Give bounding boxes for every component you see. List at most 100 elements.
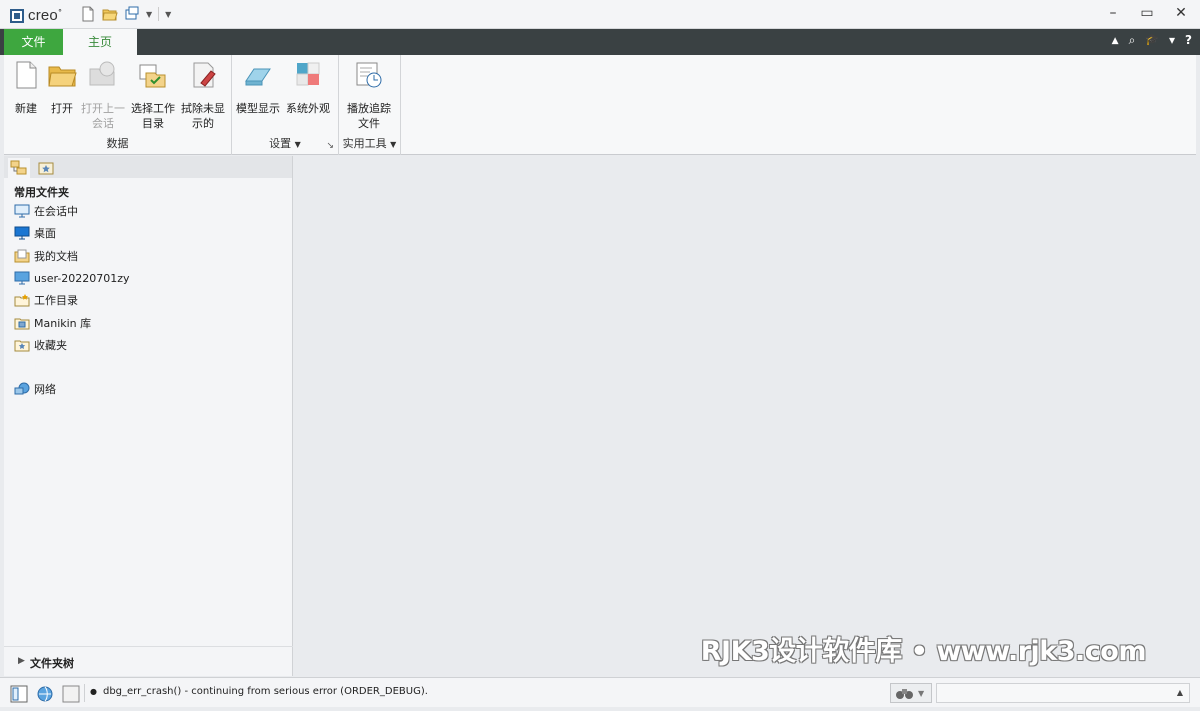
nav-item-desktop[interactable]: 桌面 [14, 224, 56, 242]
chevron-down-icon[interactable]: ▾ [1169, 33, 1175, 49]
open-last-session-button[interactable]: 打开上一 会话 [80, 59, 126, 131]
ribbon-controls: ▲ ⌕ 🎓 ▾ ? [1112, 33, 1192, 49]
status-icons [10, 685, 80, 703]
expand-triangle-icon[interactable]: ▶ [18, 656, 25, 666]
open-folder-icon [48, 66, 77, 87]
nav-item-computer[interactable]: user-20220701zy [14, 269, 130, 287]
customize-toolbar-icon[interactable]: ▼ [165, 10, 171, 19]
bullet-icon: ● [90, 687, 97, 696]
group-utilities-label-text: 实用工具 [342, 137, 387, 150]
navigator-panel: 常用文件夹 在会话中 桌面 我的文档 user-20220701zy 工作目录 … [4, 156, 293, 676]
model-display-label: 模型显示 [236, 102, 280, 115]
erase-not-displayed-label-2: 示的 [192, 117, 214, 130]
system-appearance-icon [296, 62, 320, 86]
system-appearance-button[interactable]: 系统外观 [286, 59, 330, 116]
navigator-tabs [4, 156, 292, 178]
quick-access-toolbar: ▼ ▼ [80, 6, 171, 22]
nav-item-label: 在会话中 [34, 205, 78, 218]
navigator-toggle-icon[interactable] [10, 685, 28, 703]
close-button[interactable]: ✕ [1172, 5, 1190, 21]
select-working-directory-label-1: 选择工作 [131, 102, 175, 115]
status-message-text: dbg_err_crash() - continuing from seriou… [102, 686, 428, 697]
ribbon-tab-bar: 文件 主页 ▲ ⌕ 🎓 ▾ ? [0, 29, 1200, 55]
chevron-down-icon: ▼ [294, 140, 301, 149]
search-icon[interactable]: ⌕ [1129, 33, 1136, 49]
window-controls: – ▭ ✕ [1104, 5, 1190, 21]
working-folder-icon [14, 294, 30, 307]
group-data: 新建 打开 打开上一 会话 选择工作 目录 拭除未显 示的 数据 [4, 55, 232, 155]
creo-logo: creo ° [10, 7, 62, 24]
new-document-icon [16, 61, 37, 89]
nav-item-favorites[interactable]: 收藏夹 [14, 336, 67, 354]
monitor-icon [14, 204, 30, 218]
open-last-session-label-1: 打开上一 [81, 102, 125, 115]
tab-home[interactable]: 主页 [63, 29, 137, 55]
nav-item-label: 工作目录 [34, 294, 78, 307]
desktop-icon [14, 226, 30, 240]
group-data-label: 数据 [106, 137, 129, 150]
nav-item-label: 网络 [34, 383, 56, 396]
group-settings-label[interactable]: 设置 ▼ ↘ [232, 135, 338, 151]
select-working-directory-button[interactable]: 选择工作 目录 [130, 59, 176, 131]
app-mark: ° [57, 8, 62, 17]
nav-item-in-session[interactable]: 在会话中 [14, 202, 78, 220]
tab-file[interactable]: 文件 [4, 29, 63, 55]
nav-item-working-directory[interactable]: 工作目录 [14, 291, 78, 309]
working-directory-icon [139, 64, 166, 88]
tab-favorites[interactable] [35, 158, 57, 178]
library-icon [14, 318, 30, 330]
nav-item-label: 桌面 [34, 227, 56, 240]
computer-icon [14, 271, 30, 285]
eraser-icon [193, 62, 216, 88]
open-button-label: 打开 [51, 102, 73, 115]
documents-icon [14, 249, 30, 263]
window-icon[interactable] [124, 6, 140, 22]
selection-filter[interactable]: ▼ [890, 683, 932, 703]
minimize-button[interactable]: – [1104, 5, 1122, 21]
watermark: RJK3设计软件库 • www.rjk3.com [700, 636, 1147, 667]
learning-icon[interactable]: 🎓 [1145, 33, 1159, 49]
graphics-area[interactable]: RJK3设计软件库 • www.rjk3.com [294, 156, 1196, 676]
open-folder-icon[interactable] [102, 6, 118, 22]
nav-item-label: 我的文档 [34, 250, 78, 263]
nav-item-my-documents[interactable]: 我的文档 [14, 247, 78, 265]
nav-item-network[interactable]: 网络 [14, 380, 56, 398]
status-bar: ● dbg_err_crash() - continuing from serio… [0, 677, 1200, 707]
collapse-ribbon-icon[interactable]: ▲ [1112, 33, 1119, 49]
folder-tree-section[interactable]: ▶ 文件夹树 [4, 646, 293, 676]
status-separator [84, 684, 85, 702]
group-utilities-label[interactable]: 实用工具 ▼ [339, 135, 400, 151]
system-appearance-label: 系统外观 [286, 102, 330, 115]
tab-folder-browser[interactable] [8, 158, 30, 178]
open-session-icon [89, 61, 115, 86]
dialog-launcher-icon[interactable]: ↘ [326, 141, 334, 151]
favorites-folder-icon [38, 162, 54, 175]
erase-not-displayed-button[interactable]: 拭除未显 示的 [180, 59, 226, 131]
play-trail-file-label-1: 播放追踪 [347, 102, 391, 115]
help-icon[interactable]: ? [1185, 33, 1192, 49]
play-trail-file-button[interactable]: 播放追踪 文件 [343, 59, 395, 131]
separator [158, 7, 160, 21]
group-settings-label-text: 设置 [269, 137, 292, 150]
select-working-directory-label-2: 目录 [142, 117, 164, 130]
favorites-icon [14, 340, 30, 352]
open-button[interactable]: 打开 [40, 59, 84, 116]
status-message: ● dbg_err_crash() - continuing from serio… [90, 686, 428, 697]
filter-dropdown[interactable]: ▲ [936, 683, 1190, 703]
play-trail-icon [356, 62, 382, 88]
nav-item-label: user-20220701zy [34, 271, 130, 285]
network-icon [14, 382, 30, 395]
browser-toggle-icon[interactable] [36, 685, 54, 703]
app-name: creo [28, 7, 58, 24]
chevron-down-icon[interactable]: ▼ [146, 10, 152, 19]
maximize-button[interactable]: ▭ [1138, 5, 1156, 21]
new-file-icon[interactable] [80, 6, 96, 22]
chevron-down-icon: ▼ [390, 140, 397, 149]
folder-tree-icon [10, 160, 27, 175]
model-display-button[interactable]: 模型显示 [236, 59, 280, 116]
fullscreen-toggle-icon[interactable] [62, 685, 80, 703]
nav-item-manikin-library[interactable]: Manikin 库 [14, 314, 91, 332]
title-bar: creo ° ▼ ▼ – ▭ ✕ [0, 0, 1200, 29]
open-last-session-label-2: 会话 [92, 117, 114, 130]
common-folders-heading: 常用文件夹 [14, 186, 69, 199]
